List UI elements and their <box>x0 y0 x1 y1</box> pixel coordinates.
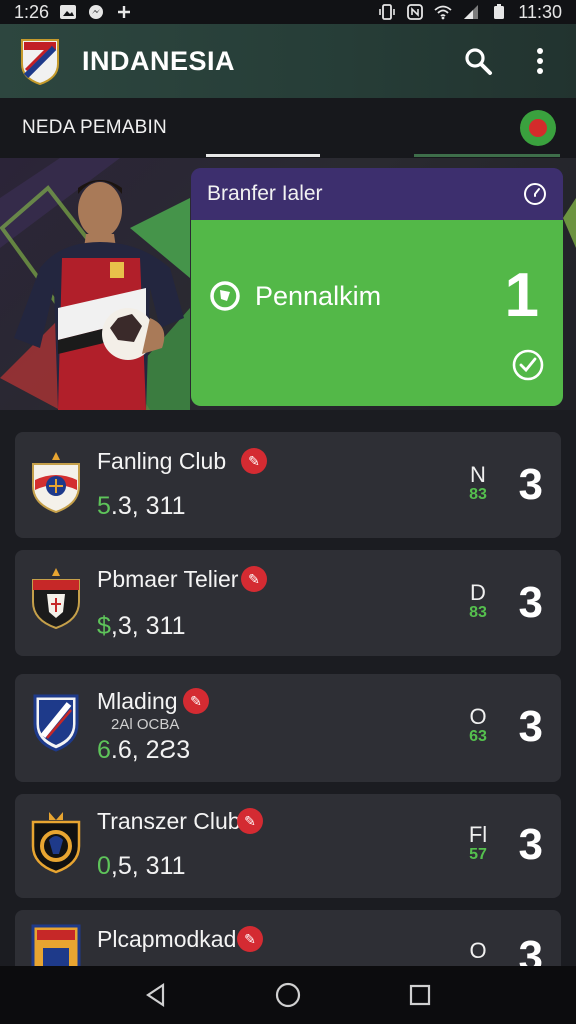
club-crest-icon <box>32 568 80 630</box>
club-badge-icon[interactable]: ✎ <box>237 926 263 952</box>
club-subtitle: 2Al OCBA <box>111 716 180 733</box>
club-stat-accent: 5 <box>97 492 111 520</box>
club-stat-value: ,5, 311 <box>110 852 186 880</box>
plus-icon <box>118 6 131 18</box>
club-letter: D <box>470 580 486 605</box>
club-stat: 0,5, 311 <box>97 852 186 881</box>
check-circle-icon[interactable] <box>511 348 545 382</box>
club-stat: $,3, 311 <box>97 612 186 641</box>
club-code: 63 <box>469 728 487 745</box>
club-letter: N <box>470 462 486 487</box>
section-tab-bar: NEDA PEMABIN <box>0 98 576 158</box>
recents-icon <box>409 984 431 1006</box>
back-icon <box>146 982 165 1008</box>
club-badge-icon[interactable]: ✎ <box>183 688 209 714</box>
feature-count: 1 <box>504 261 539 330</box>
club-card[interactable]: Mlading ✎ 2Al OCBA 6.6, 2Ƨ3 O 63 3 <box>15 674 561 782</box>
club-crest-icon <box>31 924 81 966</box>
more-vertical-icon <box>537 48 543 74</box>
club-stat-value: ,3, 311 <box>110 612 186 640</box>
club-name: Transzer Club <box>97 808 241 834</box>
back-button[interactable] <box>136 975 176 1015</box>
club-name: Fanling Club <box>97 448 227 474</box>
club-letter: Fl <box>468 822 488 847</box>
system-nav-bar <box>0 966 576 1024</box>
club-code: 83 <box>469 604 487 621</box>
tab-indicator-active <box>206 154 320 157</box>
club-rank: 3 <box>518 820 543 869</box>
club-badge-icon[interactable]: ✎ <box>241 448 267 474</box>
club-badge-icon[interactable]: ✎ <box>237 808 263 834</box>
football-icon <box>210 281 240 311</box>
wifi-icon <box>434 5 452 20</box>
search-button[interactable] <box>460 43 496 79</box>
club-stat-value: .6, 2Ƨ3 <box>110 736 191 764</box>
club-card[interactable]: Pbmaer Telier ✎ $,3, 311 D 83 3 <box>15 550 561 656</box>
club-stat: 6.6, 2Ƨ3 <box>97 736 190 765</box>
club-crest-icon <box>33 694 79 752</box>
status-left-text: 1:26 <box>14 1 50 22</box>
feature-card-header: Branfer Ialer <box>191 168 563 220</box>
team-crest-logo[interactable] <box>18 36 62 86</box>
feature-header-label: Branfer Ialer <box>207 182 323 205</box>
search-icon <box>465 48 492 75</box>
home-icon <box>275 982 301 1008</box>
recents-button[interactable] <box>400 975 440 1015</box>
club-rank: 3 <box>518 702 543 751</box>
club-letter: O <box>469 938 487 963</box>
club-rank: 3 <box>518 932 543 966</box>
section-title[interactable]: NEDA PEMABIN <box>22 117 167 139</box>
more-options-button[interactable] <box>522 43 558 79</box>
feature-main-row: Pennalkim <box>209 280 381 312</box>
club-crest-icon <box>32 452 80 514</box>
app-title: INDANESIA <box>82 45 236 76</box>
clock-icon[interactable] <box>523 182 547 206</box>
home-button[interactable] <box>268 975 308 1015</box>
feature-main-label: Pennalkim <box>255 280 382 311</box>
club-name: Plcapmodkad <box>97 926 237 952</box>
vibrate-icon <box>379 4 396 20</box>
club-stat-accent: $ <box>97 612 111 640</box>
club-card[interactable]: Plcapmodkad ✎ O 3 <box>15 910 561 966</box>
club-stat: 5.3, 311 <box>97 492 186 521</box>
notification-dot-icon <box>529 119 547 137</box>
club-name: Mlading <box>97 688 178 714</box>
feature-card[interactable]: Branfer Ialer Pennalkim 1 <box>191 168 563 406</box>
club-name: Pbmaer Telier <box>97 566 239 592</box>
club-crest-icon <box>31 812 81 874</box>
nfc-icon <box>407 4 424 20</box>
club-badge-icon[interactable]: ✎ <box>241 566 267 592</box>
app-bar: INDANESIA <box>0 24 576 98</box>
player-photo <box>14 180 184 410</box>
club-code: 83 <box>469 486 487 503</box>
status-bar: 1:26 11:30 <box>0 0 576 24</box>
club-stat-accent: 0 <box>97 852 111 880</box>
battery-icon <box>494 4 505 19</box>
club-rank: 3 <box>518 460 543 509</box>
signal-icon <box>464 5 479 19</box>
club-stat-accent: 6 <box>97 736 111 764</box>
feature-card-body: Pennalkim 1 <box>191 220 563 406</box>
club-card[interactable]: Fanling Club ✎ 5.3, 311 N 83 3 <box>15 432 561 538</box>
club-stat-value: .3, 311 <box>110 492 186 520</box>
messenger-icon <box>89 5 104 19</box>
club-rank: 3 <box>518 578 543 627</box>
club-code: 57 <box>469 846 487 863</box>
club-letter: O <box>469 704 487 729</box>
tab-indicator-secondary <box>414 154 560 157</box>
notification-button[interactable] <box>520 110 556 146</box>
image-icon <box>60 5 77 19</box>
status-time: 11:30 <box>518 1 562 22</box>
club-card[interactable]: Transzer Club ✎ 0,5, 311 Fl 57 3 <box>15 794 561 898</box>
